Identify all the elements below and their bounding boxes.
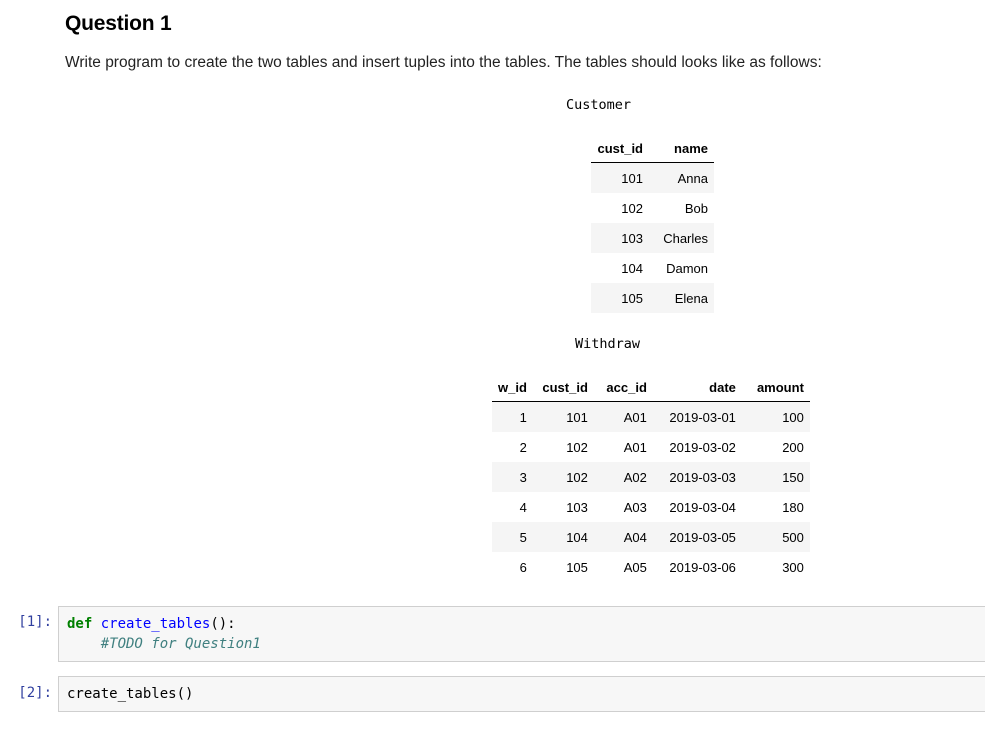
withdraw-table-row: 6 105 A05 2019-03-06 300 xyxy=(492,552,810,582)
withdraw-table-cell: 150 xyxy=(782,469,804,485)
function-name: create_tables xyxy=(100,616,211,632)
withdraw-table-cell: 200 xyxy=(782,439,804,455)
customer-table-row: 104 Damon xyxy=(591,253,714,283)
withdraw-table-cell: 2019-03-04 xyxy=(669,499,736,515)
withdraw-table-cell: 180 xyxy=(782,499,804,515)
withdraw-caption: Withdraw xyxy=(575,336,641,352)
customer-table-cell: 105 xyxy=(621,290,643,306)
code-cell-1[interactable]: def create_tables(): #TODO for Question1 xyxy=(58,606,985,662)
withdraw-table-cell: 3 xyxy=(519,469,527,485)
withdraw-table-cell: 2019-03-05 xyxy=(669,529,736,545)
withdraw-table-cell: 500 xyxy=(782,529,804,545)
code-cell-2-source[interactable]: create_tables() xyxy=(59,677,985,704)
withdraw-table-cell: 103 xyxy=(566,499,588,515)
customer-table-cell: Damon xyxy=(666,260,708,276)
withdraw-header-w-id: w_id xyxy=(492,374,533,402)
question-heading: Question 1 xyxy=(65,12,172,35)
withdraw-table-cell: 6 xyxy=(519,559,527,575)
cell-1-prompt: [1]: xyxy=(18,614,52,630)
cell-2-prompt: [2]: xyxy=(18,685,52,701)
withdraw-table-cell: A05 xyxy=(623,559,647,575)
withdraw-table-row: 5 104 A04 2019-03-05 500 xyxy=(492,522,810,552)
withdraw-table-row: 2 102 A01 2019-03-02 200 xyxy=(492,432,810,462)
customer-table-cell: 101 xyxy=(621,170,643,186)
customer-table-cell: 103 xyxy=(621,230,643,246)
customer-table-row: 102 Bob xyxy=(591,193,714,223)
withdraw-header-cust-id: cust_id xyxy=(532,374,594,402)
withdraw-table-cell: 102 xyxy=(566,439,588,455)
customer-caption: Customer xyxy=(566,97,632,113)
withdraw-table-row: 1 101 A01 2019-03-01 100 xyxy=(492,401,810,432)
withdraw-table-cell: A02 xyxy=(623,469,647,485)
withdraw-table-cell: 2019-03-06 xyxy=(669,559,736,575)
withdraw-table-cell: 105 xyxy=(566,559,588,575)
withdraw-table-cell: A03 xyxy=(623,499,647,515)
withdraw-table-cell: 2019-03-01 xyxy=(669,409,736,425)
customer-table-cell: Elena xyxy=(674,290,708,306)
customer-table-cell: Bob xyxy=(684,200,708,216)
withdraw-table-cell: 101 xyxy=(566,409,588,425)
function-call: create_tables() xyxy=(67,686,194,702)
code-cell-1-source[interactable]: def create_tables(): #TODO for Question1 xyxy=(59,607,985,654)
withdraw-table-cell: A01 xyxy=(623,409,647,425)
customer-table-body: 101 Anna 102 Bob 103 Charles 104 Damon 105 Elena xyxy=(591,162,714,313)
customer-header-cust-id: cust_id xyxy=(591,135,649,163)
customer-table-cell: Charles xyxy=(663,230,708,246)
function-signature: (): xyxy=(210,616,236,632)
customer-table-row: 105 Elena xyxy=(591,283,714,313)
customer-table: cust_id name 101 Anna 102 Bob 103 Charles 104 D… xyxy=(591,135,714,313)
withdraw-table-cell: 5 xyxy=(519,529,527,545)
withdraw-table-cell: A01 xyxy=(623,439,647,455)
def-keyword: def xyxy=(67,616,93,632)
withdraw-table-cell: 2019-03-03 xyxy=(669,469,736,485)
withdraw-table-cell: 2019-03-02 xyxy=(669,439,736,455)
withdraw-header-amount: amount xyxy=(741,374,810,402)
withdraw-table-row: 3 102 A02 2019-03-03 150 xyxy=(492,462,810,492)
question-text: Write program to create the two tables a… xyxy=(65,54,822,71)
code-cell-2[interactable]: create_tables() xyxy=(58,676,985,712)
todo-comment: #TODO for Question1 xyxy=(100,636,261,652)
customer-header-row: cust_id name xyxy=(591,135,714,163)
withdraw-table-cell: 102 xyxy=(566,469,588,485)
withdraw-table-cell: 1 xyxy=(519,409,527,425)
withdraw-table-cell: 4 xyxy=(519,499,527,515)
customer-header-name: name xyxy=(649,135,714,163)
withdraw-table-cell: A04 xyxy=(623,529,647,545)
withdraw-table-row: 4 103 A03 2019-03-04 180 xyxy=(492,492,810,522)
withdraw-table-cell: 104 xyxy=(566,529,588,545)
withdraw-table: w_id cust_id acc_id date amount 1 101 A01 2… xyxy=(492,374,810,582)
customer-table-cell: 102 xyxy=(621,200,643,216)
withdraw-table-cell: 100 xyxy=(782,409,804,425)
customer-table-row: 103 Charles xyxy=(591,223,714,253)
withdraw-table-body: 1 101 A01 2019-03-01 100 2 102 A01 2019-03-02 200… xyxy=(492,401,810,583)
withdraw-header-acc-id: acc_id xyxy=(593,374,653,402)
withdraw-header-date: date xyxy=(652,374,742,402)
customer-table-row: 101 Anna xyxy=(591,162,714,193)
withdraw-header-row: w_id cust_id acc_id date amount xyxy=(492,374,810,402)
customer-table-cell: 104 xyxy=(621,260,643,276)
withdraw-table-cell: 2 xyxy=(519,439,527,455)
customer-table-cell: Anna xyxy=(677,170,708,186)
withdraw-table-cell: 300 xyxy=(782,559,804,575)
